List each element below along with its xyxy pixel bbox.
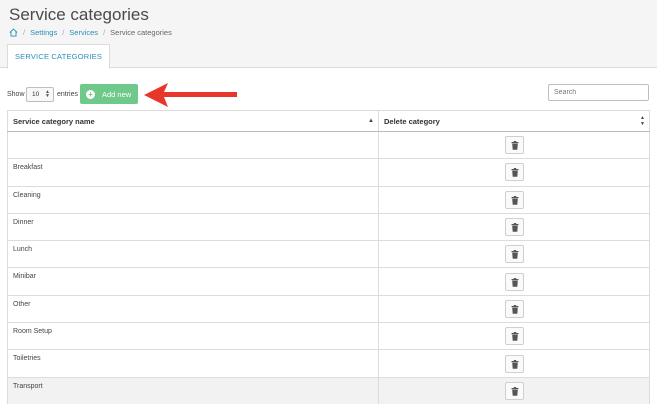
table-row: Transport — [7, 376, 650, 404]
table-row: Lunch — [7, 240, 650, 269]
category-name-cell: Room Setup — [7, 322, 379, 351]
delete-cell — [378, 294, 650, 324]
category-name-cell — [7, 130, 379, 160]
search-input[interactable] — [548, 84, 649, 101]
category-name-cell: Dinner — [7, 212, 379, 242]
delete-cell — [378, 158, 650, 187]
table-row: Room Setup — [7, 322, 650, 351]
category-name-cell: Breakfast — [7, 158, 379, 187]
trash-icon — [511, 332, 518, 342]
column-header-name-label: Service category name — [13, 116, 95, 126]
breadcrumb-separator: / — [23, 28, 26, 37]
delete-cell — [378, 349, 650, 378]
show-label: Show — [7, 91, 25, 98]
delete-button[interactable] — [504, 327, 524, 346]
delete-button[interactable] — [504, 190, 524, 209]
category-name-cell: Lunch — [7, 240, 379, 269]
home-icon[interactable] — [9, 28, 18, 37]
add-new-label: Add new — [102, 89, 132, 99]
trash-icon — [511, 277, 518, 287]
breadcrumb: / Settings / Services / Service categori… — [9, 28, 172, 37]
trash-icon — [511, 195, 518, 205]
table-row: Other — [7, 294, 650, 324]
column-header-name[interactable]: Service category name ▲ — [7, 110, 379, 132]
breadcrumb-services[interactable]: Services — [69, 28, 98, 37]
entries-value: 10 — [32, 91, 40, 98]
sort-both-icon: ▲ ▼ — [640, 115, 645, 127]
red-arrow-icon — [144, 83, 237, 107]
table-body: Breakfast Cleaning Dinner Lunch Minibar Other… — [7, 130, 650, 404]
category-name-cell: Cleaning — [7, 185, 379, 214]
trash-icon — [511, 359, 518, 369]
breadcrumb-current: Service categories — [110, 28, 172, 37]
trash-icon — [511, 386, 518, 396]
delete-cell — [378, 185, 650, 214]
page-title: Service categories — [9, 5, 149, 24]
trash-icon — [511, 250, 518, 260]
page-header: Service categories / Settings / Services… — [0, 0, 657, 69]
delete-cell — [378, 267, 650, 296]
table-row — [7, 130, 650, 160]
category-name-cell: Minibar — [7, 267, 379, 296]
category-name-cell: Transport — [7, 376, 379, 404]
delete-button[interactable] — [504, 272, 524, 291]
delete-button[interactable] — [504, 245, 524, 264]
delete-cell — [378, 376, 650, 404]
delete-button[interactable] — [504, 381, 524, 400]
table-row: Breakfast — [7, 158, 650, 187]
breadcrumb-separator: / — [103, 28, 106, 37]
table-row: Toiletries — [7, 349, 650, 378]
table-row: Minibar — [7, 267, 650, 296]
plus-circle-icon: + — [86, 89, 95, 99]
column-header-delete[interactable]: Delete category ▲ ▼ — [378, 110, 650, 132]
table-row: Dinner — [7, 212, 650, 242]
trash-icon — [511, 168, 518, 178]
table-row: Cleaning — [7, 185, 650, 214]
delete-cell — [378, 322, 650, 351]
delete-cell — [378, 212, 650, 242]
sort-asc-icon: ▲ — [368, 118, 374, 124]
tab-service-categories[interactable]: SERVICE CATEGORIES — [7, 44, 110, 69]
delete-button[interactable] — [504, 163, 524, 182]
delete-cell — [378, 240, 650, 269]
delete-button[interactable] — [504, 299, 524, 318]
service-categories-table: Service category name ▲ Delete category … — [7, 110, 650, 404]
entries-select[interactable]: 10 ▲ ▼ — [26, 87, 54, 102]
trash-icon — [511, 141, 518, 150]
trash-icon — [511, 304, 518, 314]
category-name-cell: Other — [7, 294, 379, 324]
entries-label: entries — [57, 91, 79, 98]
column-header-delete-label: Delete category — [384, 116, 440, 126]
delete-button[interactable] — [504, 218, 524, 237]
delete-cell — [378, 130, 650, 160]
trash-icon — [511, 223, 518, 232]
breadcrumb-settings[interactable]: Settings — [30, 28, 57, 37]
category-name-cell: Toiletries — [7, 349, 379, 378]
breadcrumb-separator: / — [62, 28, 65, 37]
delete-button[interactable] — [504, 136, 524, 155]
delete-button[interactable] — [504, 354, 524, 373]
add-new-button[interactable]: + Add new — [80, 84, 138, 104]
select-caret-icon: ▲ ▼ — [45, 89, 50, 99]
